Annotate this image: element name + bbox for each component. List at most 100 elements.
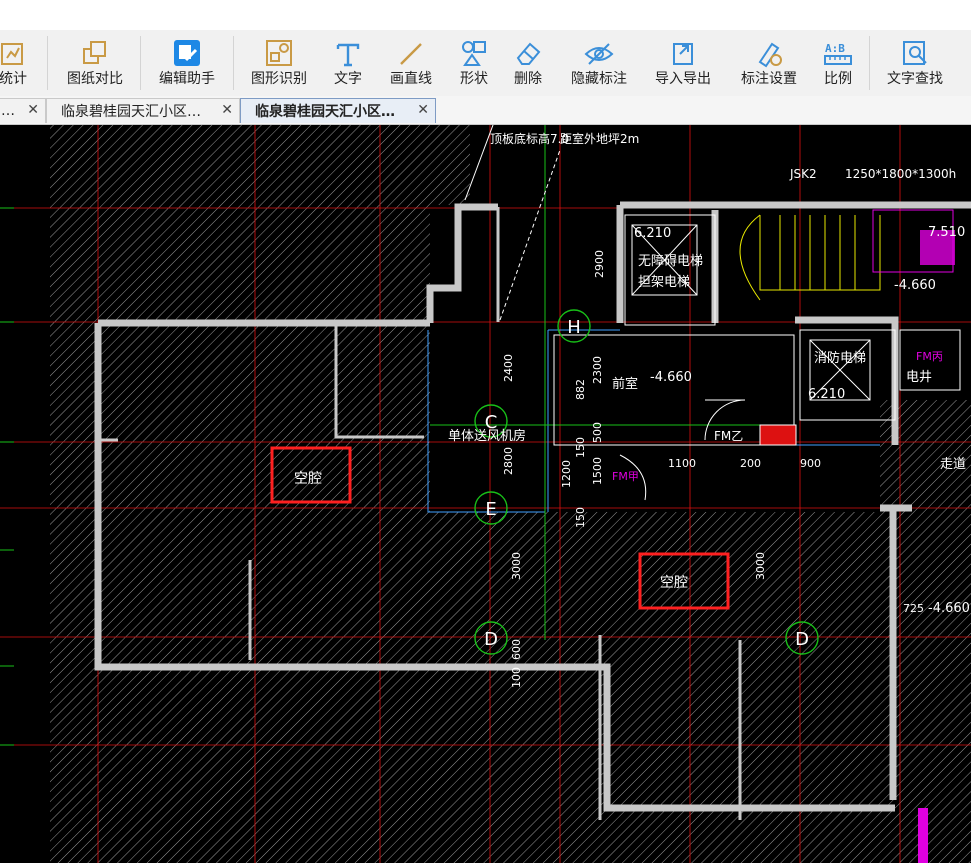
text-button[interactable]: 文字 xyxy=(326,30,370,96)
level-mark: -4.660 xyxy=(894,278,936,293)
dimension-text: 1500 xyxy=(591,457,604,485)
dimension-text: 600 xyxy=(510,639,523,660)
axis-label-e: E xyxy=(485,499,496,520)
dimension-text: 2900 xyxy=(593,250,606,278)
document-tab-1[interactable]: … ✕ xyxy=(0,98,46,123)
tab-label: 临泉碧桂园天汇小区… xyxy=(255,104,395,120)
dimension-text: 1200 xyxy=(560,460,573,488)
dimension-text: 1100 xyxy=(668,457,696,470)
close-icon[interactable]: ✕ xyxy=(27,102,39,118)
scale-button[interactable]: A:B 比例 xyxy=(816,30,860,96)
import-export-button[interactable]: 导入导出 xyxy=(648,30,718,96)
level-mark: -4.660 xyxy=(650,370,692,385)
title-bar xyxy=(0,0,971,30)
drawing-canvas[interactable]: H C E D D 空腔 空腔 无障碍电梯 担架电梯 消防电梯 电井 单体送风机… xyxy=(0,125,971,863)
hatch-area-top xyxy=(430,125,470,205)
edit-assistant-button[interactable]: 编辑助手 xyxy=(152,30,222,96)
close-icon[interactable]: ✕ xyxy=(417,102,429,118)
note-text: 距室外地坪2m xyxy=(560,131,639,146)
dimension-text: 200 xyxy=(740,457,761,470)
tab-label: 临泉碧桂园天汇小区… xyxy=(61,104,201,120)
shapes-label: 形状 xyxy=(460,71,488,87)
room-label-corridor: 走道 xyxy=(940,457,966,472)
shapes-icon xyxy=(462,41,486,66)
axis-label-d: D xyxy=(795,629,809,650)
shapes-button[interactable]: 形状 xyxy=(452,30,496,96)
edit-assistant-label: 编辑助手 xyxy=(159,71,215,87)
text-search-label: 文字查找 xyxy=(887,71,943,87)
note-text: 顶板底标高7.0 xyxy=(490,131,569,146)
text-search-button[interactable]: 文字查找 xyxy=(880,30,950,96)
annotation-settings-label: 标注设置 xyxy=(741,71,797,87)
statistics-label: 统计 xyxy=(0,71,27,87)
text-search-icon xyxy=(903,41,927,65)
line-label: 画直线 xyxy=(390,71,432,87)
room-label-anteroom: 前室 xyxy=(612,376,638,392)
shape-recognition-button[interactable]: 图形识别 xyxy=(244,30,314,96)
hide-eye-icon xyxy=(584,43,614,65)
annotation-settings-icon xyxy=(758,42,782,68)
note-text: 1250*1800*1300h xyxy=(845,167,956,181)
dimension-text: 150 xyxy=(574,437,587,458)
import-export-icon xyxy=(673,43,693,65)
delete-button[interactable]: 删除 xyxy=(506,30,550,96)
shape-recognition-label: 图形识别 xyxy=(251,71,307,87)
note-text: JSK2 xyxy=(789,167,817,181)
dimension-text: 882 xyxy=(574,379,587,400)
level-mark: 6.210 xyxy=(634,226,671,241)
room-label-electrical-shaft: 电井 xyxy=(906,370,932,385)
axis-label-d: D xyxy=(484,629,498,650)
annotation-settings-button[interactable]: 标注设置 xyxy=(734,30,804,96)
dimension-text: 3000 xyxy=(510,552,523,580)
import-export-label: 导入导出 xyxy=(655,71,711,87)
document-tab-3-active[interactable]: 临泉碧桂园天汇小区… ✕ xyxy=(240,98,436,123)
compare-icon xyxy=(83,41,106,64)
eraser-icon xyxy=(516,42,541,65)
scale-label: 比例 xyxy=(824,71,852,87)
floor-plan-drawing: H C E D D 空腔 空腔 无障碍电梯 担架电梯 消防电梯 电井 单体送风机… xyxy=(0,125,971,863)
dimension-text: 2800 xyxy=(502,447,515,475)
statistics-button[interactable]: 统计 xyxy=(0,30,40,96)
room-label-accessible-elevator: 无障碍电梯 xyxy=(638,254,703,269)
separator xyxy=(140,36,141,90)
dimension-text: 900 xyxy=(800,457,821,470)
room-label-void: 空腔 xyxy=(294,471,322,487)
scale-icon: A:B xyxy=(824,42,852,65)
hatch-area-left xyxy=(30,125,430,863)
room-label-void: 空腔 xyxy=(660,575,688,591)
dimension-text: 500 xyxy=(591,422,604,443)
separator xyxy=(47,36,48,90)
level-mark: 6.210 xyxy=(808,387,845,402)
separator xyxy=(869,36,870,90)
room-label-fire-elevator: 消防电梯 xyxy=(814,350,866,366)
level-mark: -4.660 xyxy=(928,601,970,616)
text-label: 文字 xyxy=(334,71,362,87)
statistics-icon xyxy=(1,43,23,65)
dimension-text: 150 xyxy=(574,507,587,528)
close-icon[interactable]: ✕ xyxy=(221,102,233,118)
dimension-text: 2300 xyxy=(591,356,604,384)
compare-button[interactable]: 图纸对比 xyxy=(60,30,130,96)
edit-assistant-icon xyxy=(174,40,200,66)
line-icon xyxy=(400,43,422,65)
hide-annotation-button[interactable]: 隐藏标注 xyxy=(564,30,634,96)
axis-label-h: H xyxy=(567,317,581,338)
room-label-stretcher-elevator: 担架电梯 xyxy=(638,275,690,290)
separator xyxy=(233,36,234,90)
svg-text:A:B: A:B xyxy=(825,42,845,55)
dimension-text: 725 xyxy=(903,602,924,615)
hide-annotation-label: 隐藏标注 xyxy=(571,71,627,87)
room-label-fan-room: 单体送风机房 xyxy=(448,428,526,444)
text-icon xyxy=(336,43,360,67)
dimension-text: 2400 xyxy=(502,354,515,382)
door-label: FM乙 xyxy=(714,429,743,443)
dimension-text: 100 xyxy=(510,667,523,688)
document-tab-2[interactable]: 临泉碧桂园天汇小区… ✕ xyxy=(46,98,240,123)
level-mark: 7.510 xyxy=(928,225,965,240)
door-label: FM甲 xyxy=(612,470,639,483)
line-button[interactable]: 画直线 xyxy=(384,30,438,96)
delete-label: 删除 xyxy=(514,71,542,87)
document-tab-bar: … ✕ 临泉碧桂园天汇小区… ✕ 临泉碧桂园天汇小区… ✕ xyxy=(0,96,971,125)
toolbar: 统计 图纸对比 编辑助手 图形识别 文字 画直线 形状 删除 隐藏标注 导入导出… xyxy=(0,30,971,97)
door-label: FM丙 xyxy=(916,350,943,363)
